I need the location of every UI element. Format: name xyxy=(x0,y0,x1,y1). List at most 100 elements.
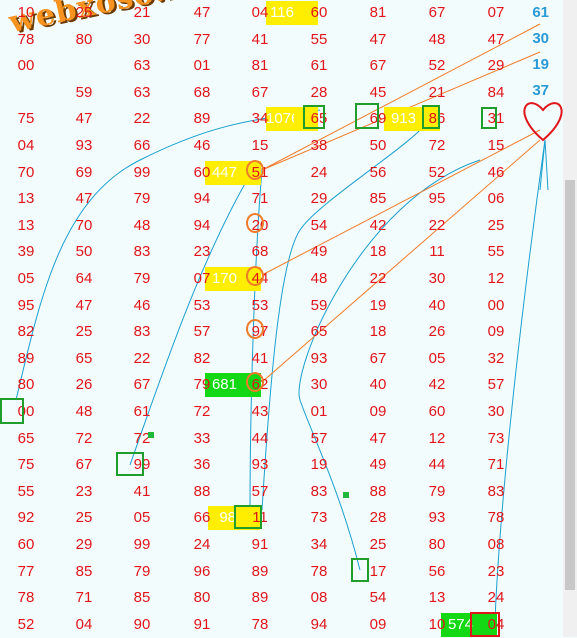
grid-cell: 47 xyxy=(75,190,93,208)
cell-marker-box xyxy=(116,452,144,476)
grid-cell: 25 xyxy=(75,323,93,341)
grid-cell: 18 xyxy=(369,323,387,341)
grid-cell: 64 xyxy=(75,270,93,287)
grid-cell: 81 xyxy=(251,57,269,75)
grid-cell: 48 xyxy=(75,403,93,420)
grid-cell: 00 xyxy=(487,296,505,314)
grid-cell: 48 xyxy=(133,216,151,234)
cell-marker-box xyxy=(351,558,369,582)
cell-marker-box xyxy=(470,612,500,637)
grid-cell: 78 xyxy=(17,589,35,607)
grid-cell: 59 xyxy=(310,296,328,314)
grid-cell: 47 xyxy=(75,296,93,314)
grid-cell: 47 xyxy=(369,429,387,447)
grid-cell: 66 xyxy=(193,509,211,527)
grid-cell: 71 xyxy=(75,589,93,607)
grid-cell: 21 xyxy=(428,83,446,101)
grid-cell: 94 xyxy=(193,190,211,208)
grid-cell: 28 xyxy=(310,83,328,101)
scrollbar[interactable] xyxy=(563,0,577,637)
grid-cell: 04 xyxy=(251,4,269,21)
grid-cell: 52 xyxy=(428,57,446,75)
grid-cell: 57 xyxy=(310,429,328,447)
grid-cell: 19 xyxy=(310,456,328,474)
grid-cell: 91 xyxy=(193,615,211,633)
grid-cell: 23 xyxy=(75,482,93,500)
grid-cell: 56 xyxy=(369,163,387,181)
grid-cell: 22 xyxy=(369,270,387,287)
grid-cell: 80 xyxy=(17,376,35,394)
grid-cell: 13 xyxy=(17,216,35,234)
grid-cell: 24 xyxy=(310,163,328,181)
grid-cell: 57 xyxy=(251,482,269,500)
grid-cell: 65 xyxy=(75,349,93,367)
grid-cell: 50 xyxy=(75,243,93,261)
grid-cell: 47 xyxy=(193,4,211,21)
grid-cell: 12 xyxy=(428,429,446,447)
grid-cell: 30 xyxy=(428,270,446,287)
grid-cell: 08 xyxy=(487,536,505,553)
grid-cell: 89 xyxy=(17,349,35,367)
grid-cell: 68 xyxy=(193,83,211,101)
grid-cell: 78 xyxy=(17,30,35,48)
grid-cell: 05 xyxy=(17,270,35,287)
grid-cell: 19 xyxy=(369,296,387,314)
grid-cell: 09 xyxy=(369,403,387,420)
grid-cell: 67 xyxy=(75,456,93,474)
grid-cell: 50 xyxy=(369,137,387,154)
grid-cell: 70 xyxy=(17,163,35,181)
grid-cell: 82 xyxy=(193,349,211,367)
grid-cell: 72 xyxy=(193,403,211,420)
grid-cell: 01 xyxy=(193,57,211,75)
grid-cell: 52 xyxy=(428,163,446,181)
grid-cell: 79 xyxy=(133,270,151,287)
grid-cell: 79 xyxy=(133,562,151,580)
grid-cell: 23 xyxy=(487,562,505,580)
grid-cell: 65 xyxy=(310,323,328,341)
grid-cell: 55 xyxy=(310,30,328,48)
lottery-board: webxoso.net 61301937 1161076913447170681… xyxy=(0,0,577,637)
grid-cell: 34 xyxy=(251,110,269,128)
cell-marker-circle xyxy=(246,160,264,180)
grid-cell: 79 xyxy=(133,190,151,208)
grid-cell: 80 xyxy=(193,589,211,607)
cell-marker-box xyxy=(303,105,325,129)
grid-cell: 43 xyxy=(251,403,269,420)
grid-cell: 46 xyxy=(193,137,211,154)
blue-connector xyxy=(261,117,431,511)
cell-marker-box xyxy=(481,107,497,129)
grid-cell: 04 xyxy=(75,615,93,633)
grid-cell: 00 xyxy=(17,57,35,75)
grid-cell: 83 xyxy=(133,243,151,261)
side-number: 30 xyxy=(532,30,549,47)
grid-cell: 25 xyxy=(369,536,387,553)
grid-cell: 30 xyxy=(487,403,505,420)
grid-cell: 72 xyxy=(133,429,151,447)
grid-cell: 25 xyxy=(75,509,93,527)
grid-cell: 46 xyxy=(133,296,151,314)
grid-cell: 49 xyxy=(310,243,328,261)
grid-cell: 79 xyxy=(193,376,211,394)
grid-cell: 30 xyxy=(133,30,151,48)
grid-cell: 24 xyxy=(487,589,505,607)
grid-cell: 38 xyxy=(310,137,328,154)
grid-cell: 88 xyxy=(193,482,211,500)
grid-cell: 91 xyxy=(251,536,269,553)
grid-cell: 83 xyxy=(487,482,505,500)
grid-cell: 40 xyxy=(428,296,446,314)
grid-cell: 12 xyxy=(487,270,505,287)
grid-cell: 72 xyxy=(428,137,446,154)
cell-marker-circle xyxy=(246,266,264,286)
grid-cell: 08 xyxy=(310,589,328,607)
grid-cell: 23 xyxy=(193,243,211,261)
grid-cell: 29 xyxy=(75,536,93,553)
grid-cell: 56 xyxy=(428,562,446,580)
grid-cell: 55 xyxy=(17,482,35,500)
scrollbar-thumb[interactable] xyxy=(565,180,575,590)
grid-cell: 11 xyxy=(429,243,445,261)
grid-cell: 46 xyxy=(487,163,505,181)
grid-cell: 33 xyxy=(193,429,211,447)
grid-cell: 15 xyxy=(251,137,269,154)
grid-cell: 47 xyxy=(75,110,93,128)
heart-icon xyxy=(523,102,563,142)
